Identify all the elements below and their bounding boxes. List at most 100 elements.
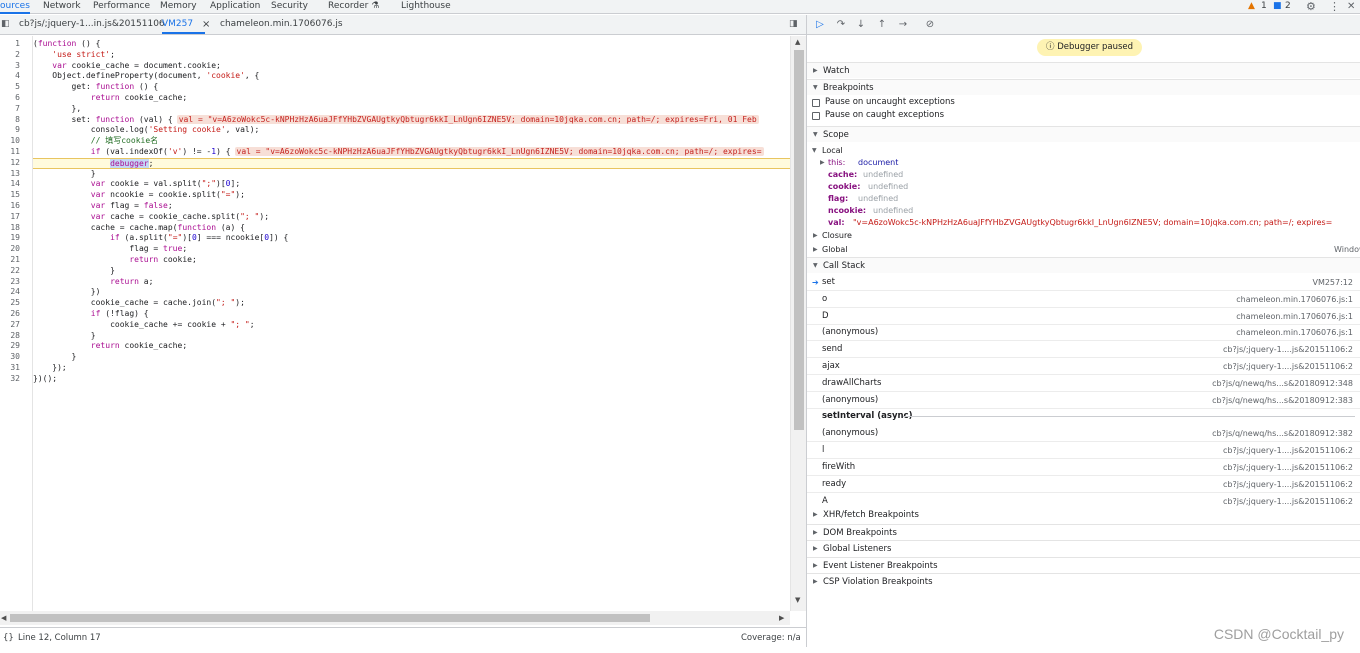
collapse-icon[interactable]: ▼ <box>812 145 817 157</box>
call-frame-location[interactable]: cb?js/;jquery-1....js&20151106:2 <box>1223 341 1353 358</box>
call-frame-location[interactable]: cb?js/;jquery-1....js&20151106:2 <box>1223 358 1353 375</box>
gear-icon[interactable]: ⚙ <box>1306 0 1316 14</box>
code-editor[interactable]: (function () { 'use strict'; var cookie_… <box>33 36 790 611</box>
csp-violation-breakpoints-section[interactable]: ▶ CSP Violation Breakpoints <box>807 573 1360 589</box>
call-frame[interactable]: Dchameleon.min.1706076.js:1 <box>807 308 1360 325</box>
resume-icon[interactable]: ▷ <box>813 18 827 32</box>
call-frame-location[interactable]: cb?js/q/newq/hs...s&20180912:382 <box>1212 425 1353 442</box>
line-number[interactable]: 6 <box>0 93 20 104</box>
line-number[interactable]: 21 <box>0 255 20 266</box>
call-frame[interactable]: (anonymous) cb?js/q/newq/hs...s&20180912:… <box>807 392 1360 409</box>
call-frame[interactable]: ➔ set VM257:12 <box>807 274 1360 291</box>
call-frame[interactable]: ready cb?js/;jquery-1....js&20151106:2 <box>807 476 1360 493</box>
warning-icon[interactable]: ▲ <box>1248 0 1255 14</box>
line-number[interactable]: 18 <box>0 223 20 234</box>
editor-tab-vm257[interactable]: VM257 <box>162 15 206 34</box>
line-number[interactable]: 27 <box>0 320 20 331</box>
line-number[interactable]: 13 <box>0 169 20 180</box>
line-number[interactable]: 14 <box>0 179 20 190</box>
dom-breakpoints-section[interactable]: ▶ DOM Breakpoints <box>807 524 1360 540</box>
call-frame-location[interactable]: cb?js/q/newq/hs...s&20180912:383 <box>1212 392 1353 409</box>
watch-section[interactable]: ▶ Watch <box>807 62 1360 78</box>
scroll-up-icon[interactable]: ▲ <box>795 38 800 46</box>
line-number[interactable]: 16 <box>0 201 20 212</box>
expand-icon[interactable]: ▶ <box>813 230 818 242</box>
line-number[interactable]: 29 <box>0 341 20 352</box>
line-number[interactable]: 20 <box>0 244 20 255</box>
call-frame-location[interactable]: cb?js/;jquery-1....js&20151106:2 <box>1223 476 1353 493</box>
line-number[interactable]: 11 <box>0 147 20 158</box>
global-listeners-section[interactable]: ▶ Global Listeners <box>807 540 1360 556</box>
call-frame-location[interactable]: VM257:12 <box>1312 274 1353 291</box>
xhr-breakpoints-section[interactable]: ▶ XHR/fetch Breakpoints <box>807 507 1360 523</box>
line-number[interactable]: 25 <box>0 298 20 309</box>
tab-application[interactable]: Application <box>210 0 260 14</box>
scope-global[interactable]: Global <box>822 244 848 256</box>
call-frame-location[interactable]: chameleon.min.1706076.js:1 <box>1236 291 1353 308</box>
line-number[interactable]: 12 <box>0 158 20 169</box>
line-number[interactable]: 19 <box>0 233 20 244</box>
line-number[interactable]: 5 <box>0 82 20 93</box>
call-frame[interactable]: fireWith cb?js/;jquery-1....js&20151106:2 <box>807 459 1360 476</box>
line-number[interactable]: 9 <box>0 125 20 136</box>
toggle-debugger-icon[interactable]: ◨ <box>789 15 798 34</box>
tab-memory[interactable]: Memory <box>160 0 197 14</box>
tab-performance[interactable]: Performance <box>93 0 150 14</box>
line-number[interactable]: 7 <box>0 104 20 115</box>
coverage-status[interactable]: Coverage: n/a <box>741 628 801 648</box>
message-icon[interactable]: ■ <box>1273 0 1282 14</box>
call-frame-location[interactable]: cb?js/;jquery-1....js&20151106:2 <box>1223 442 1353 459</box>
tab-security[interactable]: Security <box>271 0 308 14</box>
pause-uncaught-checkbox[interactable] <box>812 99 820 107</box>
line-number[interactable]: 30 <box>0 352 20 363</box>
tab-network[interactable]: Network <box>43 0 81 14</box>
more-options-icon[interactable]: ⋮ <box>1329 0 1340 14</box>
scroll-down-icon[interactable]: ▼ <box>795 596 800 604</box>
line-number[interactable]: 28 <box>0 331 20 342</box>
step-over-icon[interactable]: ↷ <box>834 18 848 32</box>
line-number[interactable]: 4 <box>0 71 20 82</box>
tab-lighthouse[interactable]: Lighthouse <box>401 0 451 14</box>
call-frame[interactable]: (anonymous) cb?js/q/newq/hs...s&20180912:… <box>807 425 1360 443</box>
call-frame[interactable]: l cb?js/;jquery-1....js&20151106:2 <box>807 442 1360 460</box>
expand-icon[interactable]: ▶ <box>820 157 825 169</box>
call-frame[interactable]: drawAllCharts cb?js/q/newq/hs...s&2018091… <box>807 375 1360 392</box>
line-number[interactable]: 17 <box>0 212 20 223</box>
call-frame[interactable]: (anonymous) chameleon.min.1706076.js:1 <box>807 324 1360 342</box>
line-number[interactable]: 8 <box>0 115 20 126</box>
editor-tab-chameleon[interactable]: chameleon.min.1706076.js <box>220 15 343 34</box>
scope-local[interactable]: Local <box>822 145 843 157</box>
call-frame[interactable]: o chameleon.min.1706076.js:1 <box>807 291 1360 308</box>
tab-sources[interactable]: ources <box>0 0 30 14</box>
editor-vertical-scrollbar[interactable]: ▲ ▼ <box>790 36 806 611</box>
line-number[interactable]: 15 <box>0 190 20 201</box>
call-frame-location[interactable]: chameleon.min.1706076.js:1 <box>1236 324 1353 341</box>
scroll-left-icon[interactable]: ◀ <box>1 614 6 622</box>
scroll-thumb[interactable] <box>10 614 650 622</box>
step-icon[interactable]: → <box>896 18 910 32</box>
scroll-right-icon[interactable]: ▶ <box>779 614 784 622</box>
scope-closure[interactable]: Closure <box>822 230 852 242</box>
event-listener-breakpoints-section[interactable]: ▶ Event Listener Breakpoints <box>807 557 1360 573</box>
line-number[interactable]: 3 <box>0 61 20 72</box>
step-out-icon[interactable]: ↑ <box>875 18 889 32</box>
line-number[interactable]: 22 <box>0 266 20 277</box>
close-icon[interactable]: ✕ <box>1347 0 1355 14</box>
line-number[interactable]: 1 <box>0 39 20 50</box>
step-into-icon[interactable]: ↓ <box>854 18 868 32</box>
scroll-thumb[interactable] <box>794 50 804 430</box>
line-number[interactable]: 2 <box>0 50 20 61</box>
line-number[interactable]: 31 <box>0 363 20 374</box>
call-frame[interactable]: send cb?js/;jquery-1....js&20151106:2 <box>807 341 1360 359</box>
call-frame[interactable]: ajax cb?js/;jquery-1....js&20151106:2 <box>807 358 1360 375</box>
format-icon[interactable]: {} <box>3 628 14 648</box>
editor-horizontal-scrollbar[interactable]: ◀ ▶ <box>0 611 790 625</box>
toggle-navigator-icon[interactable]: ◧ <box>1 15 10 34</box>
editor-tab-jquery[interactable]: cb?js/;jquery-1...in.js&20151106 <box>19 15 165 34</box>
call-frame-location[interactable]: cb?js/q/newq/hs...s&20180912:348 <box>1212 375 1353 392</box>
deactivate-breakpoints-icon[interactable]: ⊘ <box>923 18 937 32</box>
line-number-gutter[interactable]: 1 2 3 4 5 6 7 8 9 10 11 12 13 14 15 16 17 18 19 20 21 22 23 24 2… <box>0 36 33 611</box>
call-frame-location[interactable]: chameleon.min.1706076.js:1 <box>1236 308 1353 325</box>
expand-icon[interactable]: ▶ <box>813 244 818 256</box>
tab-recorder[interactable]: Recorder ⚗ <box>328 0 379 14</box>
